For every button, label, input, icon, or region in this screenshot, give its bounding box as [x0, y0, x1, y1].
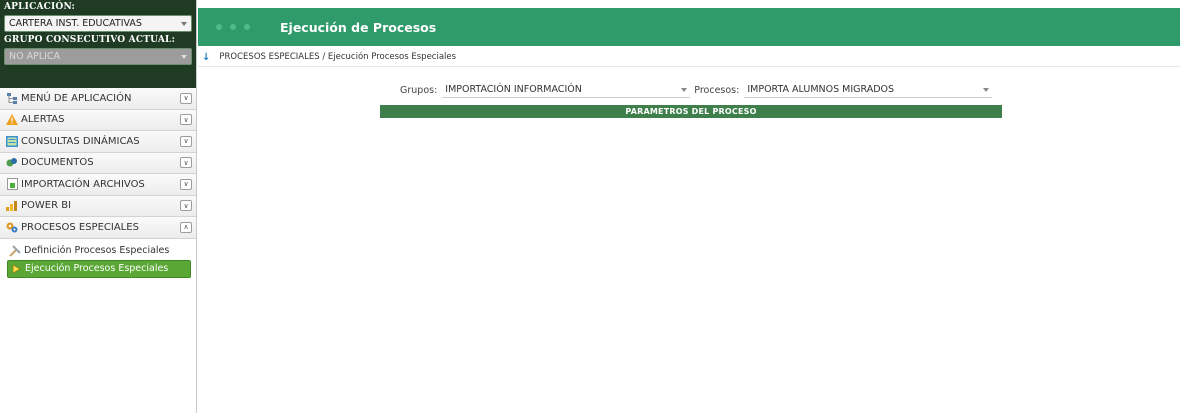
- menu-item-label: ALERTAS: [21, 114, 65, 126]
- processes-select-value: IMPORTA ALUMNOS MIGRADOS: [747, 84, 895, 95]
- chevron-down-icon: [181, 21, 187, 26]
- page-title: Ejecución de Procesos: [280, 19, 437, 35]
- sidebar: APLICACIÓN: CARTERA INST. EDUCATIVAS GRU…: [0, 0, 197, 413]
- page-header: Ejecución de Procesos: [198, 8, 1180, 46]
- chevron-down-icon[interactable]: ∨: [180, 157, 192, 169]
- breadcrumb: ↓ PROCESOS ESPECIALES / Ejecución Proces…: [198, 48, 456, 66]
- breadcrumb-text: PROCESOS ESPECIALES / Ejecución Procesos…: [219, 52, 457, 62]
- sitemap-icon: [6, 92, 18, 104]
- breadcrumb-divider: [198, 66, 1180, 67]
- groups-label: Grupos:: [400, 84, 438, 96]
- gears-icon: [6, 221, 18, 233]
- warning-icon: [6, 114, 18, 126]
- chevron-down-icon[interactable]: ∨: [180, 135, 192, 147]
- chevron-down-icon[interactable]: ∨: [180, 200, 192, 212]
- menu-item-label: IMPORTACIÓN ARCHIVOS: [21, 178, 145, 190]
- dot-icon: [216, 24, 222, 30]
- submenu-item-label: Definición Procesos Especiales: [24, 245, 170, 256]
- menu-item-procesos-especiales[interactable]: PROCESOS ESPECIALES ∧: [0, 217, 196, 239]
- menu-item-label: CONSULTAS DINÁMICAS: [21, 135, 140, 147]
- dot-icon: [230, 24, 236, 30]
- chevron-down-icon[interactable]: ∨: [180, 92, 192, 104]
- group-select[interactable]: NO APLICA: [4, 48, 192, 65]
- chevron-down-icon: [983, 87, 990, 92]
- submenu-procesos-especiales: Definición Procesos Especiales Ejecución…: [0, 239, 196, 278]
- application-label: APLICACIÓN:: [4, 2, 76, 12]
- arrow-down-icon: ↓: [202, 51, 211, 63]
- group-select-value: NO APLICA: [9, 51, 61, 62]
- submenu-item-label: Ejecución Procesos Especiales: [25, 263, 169, 274]
- menu-item-alertas[interactable]: ALERTAS ∨: [0, 109, 196, 131]
- menu-item-documentos[interactable]: DOCUMENTOS ∨: [0, 152, 196, 174]
- application-select-value: CARTERA INST. EDUCATIVAS: [9, 18, 142, 29]
- tools-icon: [9, 244, 21, 257]
- chevron-down-icon[interactable]: ∨: [180, 114, 192, 126]
- group-label: GRUPO CONSECUTIVO ACTUAL:: [4, 35, 176, 45]
- submenu-item-ejecucion[interactable]: Ejecución Procesos Especiales: [7, 259, 191, 278]
- menu-item-importacion-archivos[interactable]: IMPORTACIÓN ARCHIVOS ∨: [0, 174, 196, 196]
- processes-select[interactable]: IMPORTA ALUMNOS MIGRADOS: [744, 83, 993, 98]
- process-selector-row: Grupos: IMPORTACIÓN INFORMACIÓN Procesos…: [400, 82, 993, 98]
- documents-icon: [6, 157, 18, 169]
- chevron-down-icon[interactable]: ∨: [180, 178, 192, 190]
- sidebar-context-panel: APLICACIÓN: CARTERA INST. EDUCATIVAS GRU…: [0, 0, 196, 88]
- params-header: PARAMETROS DEL PROCESO: [380, 105, 1002, 118]
- menu-item-label: DOCUMENTOS: [21, 157, 94, 169]
- menu-item-label: MENÚ DE APLICACIÓN: [21, 92, 132, 104]
- header-dots: [216, 24, 250, 30]
- groups-select[interactable]: IMPORTACIÓN INFORMACIÓN: [442, 83, 691, 98]
- sidebar-menu: MENÚ DE APLICACIÓN ∨ ALERTAS ∨ CONSULTAS…: [0, 88, 196, 239]
- groups-select-value: IMPORTACIÓN INFORMACIÓN: [445, 84, 582, 95]
- menu-item-label: PROCESOS ESPECIALES: [21, 221, 139, 233]
- query-icon: [6, 135, 18, 147]
- chevron-up-icon[interactable]: ∧: [180, 221, 192, 233]
- submenu-item-definicion[interactable]: Definición Procesos Especiales: [7, 242, 191, 260]
- processes-label: Procesos:: [694, 84, 740, 96]
- menu-item-label: POWER BI: [21, 200, 72, 212]
- menu-item-power-bi[interactable]: POWER BI ∨: [0, 195, 196, 217]
- application-select[interactable]: CARTERA INST. EDUCATIVAS: [4, 15, 192, 32]
- chevron-down-icon: [681, 87, 688, 92]
- play-icon: [10, 263, 22, 275]
- chevron-down-icon: [181, 54, 187, 59]
- dot-icon: [244, 24, 250, 30]
- chart-icon: [6, 200, 18, 212]
- import-icon: [6, 178, 18, 191]
- menu-item-consultas-dinamicas[interactable]: CONSULTAS DINÁMICAS ∨: [0, 131, 196, 153]
- menu-item-menu-aplicacion[interactable]: MENÚ DE APLICACIÓN ∨: [0, 88, 196, 110]
